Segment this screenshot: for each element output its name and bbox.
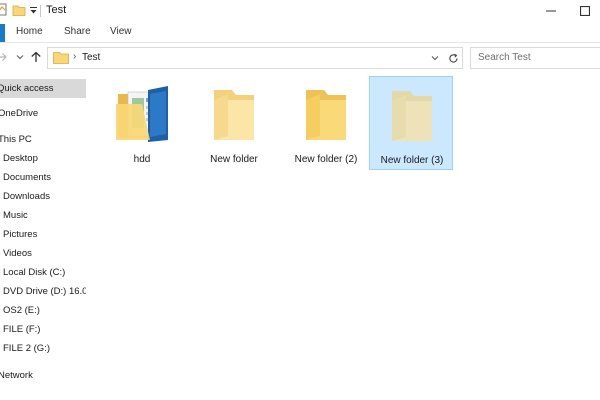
nav-item-os2-e[interactable]: OS2 (E:) <box>0 301 86 320</box>
nav-item-local-disk-c[interactable]: Local Disk (C:) <box>0 263 86 282</box>
nav-item-label: DVD Drive (D:) 16.0. <box>3 286 86 297</box>
title-bar: Test <box>0 0 600 22</box>
folder-item-new-folder-2[interactable]: New folder (2) <box>284 76 368 170</box>
address-row: › Test Search Test <box>0 42 600 73</box>
tab-view[interactable]: View <box>110 26 132 37</box>
nav-item-label: FILE 2 (G:) <box>3 343 50 354</box>
nav-item-label: Pictures <box>3 229 38 240</box>
nav-item-network[interactable]: Network <box>0 366 86 385</box>
folder-icon <box>392 91 432 141</box>
nav-item-file-2-g[interactable]: FILE 2 (G:) <box>0 339 86 358</box>
folder-icon <box>306 90 346 140</box>
arrow-up-icon <box>31 51 41 62</box>
nav-item-documents[interactable]: Documents <box>0 168 86 187</box>
nav-item-label: Documents <box>3 172 52 183</box>
chevron-down-icon[interactable] <box>431 54 439 62</box>
navigation-pane: Quick access OneDrive This PC Desktop Do… <box>0 72 88 400</box>
folder-item-hdd[interactable]: hdd <box>100 76 184 170</box>
maximize-icon <box>580 6 590 16</box>
forward-button[interactable] <box>0 49 10 65</box>
maximize-button[interactable] <box>570 0 600 22</box>
refresh-icon <box>448 53 458 63</box>
up-button[interactable] <box>28 49 44 65</box>
nav-item-dvd-drive-d[interactable]: DVD Drive (D:) 16.0. <box>0 282 86 301</box>
properties-icon[interactable] <box>0 3 8 17</box>
tab-file[interactable] <box>0 24 5 42</box>
nav-item-file-f[interactable]: FILE (F:) <box>0 320 86 339</box>
folder-label: New folder (3) <box>380 155 444 166</box>
nav-item-downloads[interactable]: Downloads <box>0 187 86 206</box>
nav-item-label: OneDrive <box>0 108 39 119</box>
nav-item-label: Downloads <box>3 191 50 202</box>
file-explorer-window: Test Home Share View › Test Search Test … <box>0 0 600 400</box>
search-box[interactable]: Search Test <box>470 47 600 69</box>
breadcrumb-separator[interactable]: › <box>73 51 76 62</box>
new-folder-icon[interactable] <box>12 3 26 17</box>
nav-item-onedrive[interactable]: OneDrive <box>0 104 86 123</box>
ribbon-tabs: Home Share View <box>0 22 600 42</box>
folder-label: New folder <box>210 154 258 165</box>
folder-icon <box>53 52 69 64</box>
nav-item-label: FILE (F:) <box>3 324 41 335</box>
folder-label: New folder (2) <box>294 154 358 165</box>
nav-item-label: Desktop <box>3 153 38 164</box>
chevron-down-icon <box>16 55 24 60</box>
arrow-right-icon <box>0 53 7 61</box>
nav-item-videos[interactable]: Videos <box>0 244 86 263</box>
folder-with-documents-icon <box>116 86 168 142</box>
tab-share[interactable]: Share <box>64 26 91 37</box>
content-area: hdd New folder New folder (2) New folder… <box>88 72 600 400</box>
tab-home[interactable]: Home <box>16 26 43 37</box>
nav-item-label: Local Disk (C:) <box>3 267 66 278</box>
recent-locations-button[interactable] <box>12 49 28 65</box>
window-title: Test <box>46 4 67 16</box>
nav-item-label: Music <box>3 210 28 221</box>
nav-item-desktop[interactable]: Desktop <box>0 149 86 168</box>
refresh-button[interactable] <box>444 47 463 69</box>
nav-item-pictures[interactable]: Pictures <box>0 225 86 244</box>
minimize-button[interactable] <box>536 0 566 22</box>
nav-item-this-pc[interactable]: This PC <box>0 130 86 149</box>
nav-item-quick-access[interactable]: Quick access <box>0 79 86 98</box>
breadcrumb-test[interactable]: Test <box>82 52 100 63</box>
nav-item-label: Videos <box>3 248 32 259</box>
folder-icon <box>214 90 254 140</box>
folder-label: hdd <box>133 154 151 165</box>
minimize-icon <box>546 10 556 12</box>
nav-item-label: OS2 (E:) <box>3 305 40 316</box>
title-separator <box>40 5 41 17</box>
nav-item-label: Quick access <box>0 83 54 94</box>
folder-item-new-folder-3[interactable]: New folder (3) <box>369 76 453 170</box>
nav-item-label: This PC <box>0 134 32 145</box>
search-placeholder: Search Test <box>478 52 531 63</box>
folder-item-new-folder[interactable]: New folder <box>192 76 276 170</box>
address-bar[interactable]: › Test <box>47 47 445 69</box>
nav-item-label: Network <box>0 370 33 381</box>
customize-toolbar-icon[interactable] <box>29 6 38 15</box>
nav-item-music[interactable]: Music <box>0 206 86 225</box>
